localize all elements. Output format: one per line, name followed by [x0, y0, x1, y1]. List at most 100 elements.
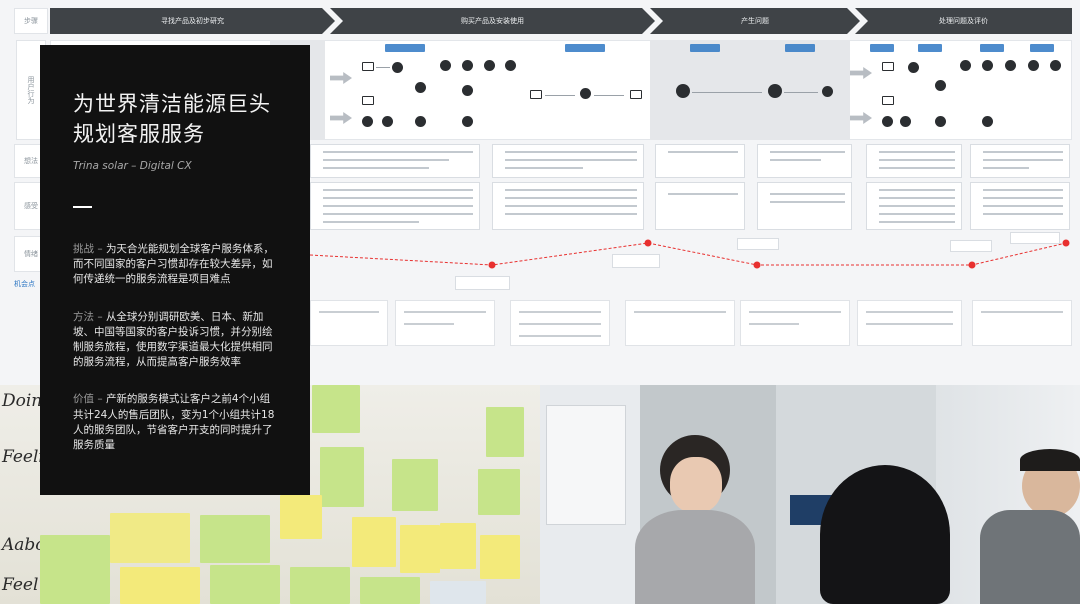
feeling-card — [655, 182, 745, 230]
person-icon — [982, 60, 993, 71]
board-word: Feeli — [2, 447, 44, 467]
tools-icon — [935, 80, 946, 91]
megaphone-icon — [960, 60, 971, 71]
value-lead: 价值 – — [73, 393, 106, 406]
thought-card — [866, 144, 962, 178]
flow-arrow — [376, 67, 390, 68]
channel-tag — [785, 44, 815, 52]
sticky-note — [210, 565, 280, 604]
channel-tag — [690, 44, 720, 52]
phone-icon — [362, 116, 373, 127]
challenge-lead: 挑战 – — [73, 243, 106, 255]
opportunity-card — [972, 300, 1072, 346]
computer-icon — [362, 62, 374, 71]
sticky-note — [312, 385, 360, 433]
check-icon — [484, 60, 495, 71]
person — [820, 465, 950, 604]
flow-arrow — [594, 95, 624, 96]
people-icon — [382, 116, 393, 127]
sticky-note — [480, 535, 520, 579]
stage-bar: 寻找产品及初步研究 购买产品及安装使用 产生问题 处理问题及评价 — [50, 8, 1072, 34]
computer-icon — [882, 62, 894, 71]
flow-arrow — [692, 92, 762, 93]
project-subtitle: Trina solar – Digital CX — [73, 160, 192, 172]
channel-tag — [870, 44, 894, 52]
stage-resolution: 处理问题及评价 — [855, 8, 1072, 34]
thought-card — [757, 144, 852, 178]
sticky-note — [200, 515, 270, 563]
product-icon — [530, 90, 542, 99]
channel-tag — [1030, 44, 1054, 52]
chat-icon — [935, 116, 946, 127]
opportunity-card — [740, 300, 850, 346]
balance-icon — [768, 84, 782, 98]
opportunity-card — [625, 300, 735, 346]
sticky-note — [320, 447, 364, 507]
check-icon — [1005, 60, 1016, 71]
sticky-note — [430, 581, 486, 604]
thought-card — [655, 144, 745, 178]
title-line-1: 为世界清洁能源巨头 — [73, 92, 271, 116]
tool-icon — [580, 88, 591, 99]
thought-card — [970, 144, 1070, 178]
team-photo — [540, 385, 1080, 604]
people-icon — [900, 116, 911, 127]
feeling-card — [757, 182, 852, 230]
opportunity-card — [510, 300, 610, 346]
opportunity-card — [310, 300, 388, 346]
emotion-note — [455, 276, 510, 290]
project-info-panel: 为世界清洁能源巨头 规划客服服务 Trina solar – Digital C… — [40, 45, 310, 495]
panel-icon — [630, 90, 642, 99]
sticky-note — [392, 459, 438, 511]
title-line-2: 规划客服服务 — [73, 122, 205, 146]
method-lead: 方法 – — [73, 310, 106, 323]
edit-icon — [1050, 60, 1061, 71]
board-word: Feel — [2, 575, 39, 595]
channel-tag — [565, 44, 605, 52]
stage-purchase: 购买产品及安装使用 — [330, 8, 655, 34]
edit-icon — [505, 60, 516, 71]
channel-tag — [385, 44, 425, 52]
channel-tag — [918, 44, 942, 52]
sticky-note — [110, 513, 190, 563]
mail-icon — [882, 96, 894, 105]
megaphone-icon — [440, 60, 451, 71]
person-icon — [392, 62, 403, 73]
board-word: Aabo — [2, 535, 46, 555]
person-icon — [908, 62, 919, 73]
tools-icon — [415, 82, 426, 93]
feeling-card — [310, 182, 480, 230]
phone-icon — [882, 116, 893, 127]
stage-research: 寻找产品及初步研究 — [50, 8, 335, 34]
divider — [73, 206, 92, 208]
mail-icon — [362, 96, 374, 105]
opportunity-card — [395, 300, 495, 346]
flow-arrow — [545, 95, 575, 96]
sticky-note — [478, 469, 520, 515]
sticky-note — [120, 567, 200, 604]
emotion-note — [737, 238, 779, 250]
challenge-text: 挑战 – 为天合光能规划全球客户服务体系，而不同国家的客户习惯却存在较大差异，如… — [73, 242, 277, 288]
thought-card — [492, 144, 644, 178]
user-icon — [822, 86, 833, 97]
feeling-card — [970, 182, 1070, 230]
person-icon — [462, 60, 473, 71]
opportunity-label: 机会点 — [14, 280, 35, 288]
project-title: 为世界清洁能源巨头 规划客服服务 — [73, 89, 277, 149]
sticky-note — [360, 577, 420, 604]
sticky-note — [40, 535, 110, 604]
sticky-note — [352, 517, 396, 567]
value-text: 价值 – 产新的服务模式让客户之前4个小组共计24人的售后团队，变为1个小组共计… — [73, 392, 277, 453]
row-label-steps: 步骤 — [14, 8, 48, 34]
thought-card — [310, 144, 480, 178]
search-icon — [676, 84, 690, 98]
check-icon — [462, 85, 473, 96]
sticky-note — [290, 567, 350, 604]
emotion-note — [1010, 232, 1060, 244]
emotion-note — [950, 240, 992, 252]
channel-tag — [980, 44, 1004, 52]
sticky-note — [440, 523, 476, 569]
flow-arrow — [784, 92, 818, 93]
opportunity-card — [857, 300, 962, 346]
stage-problem: 产生问题 — [650, 8, 860, 34]
